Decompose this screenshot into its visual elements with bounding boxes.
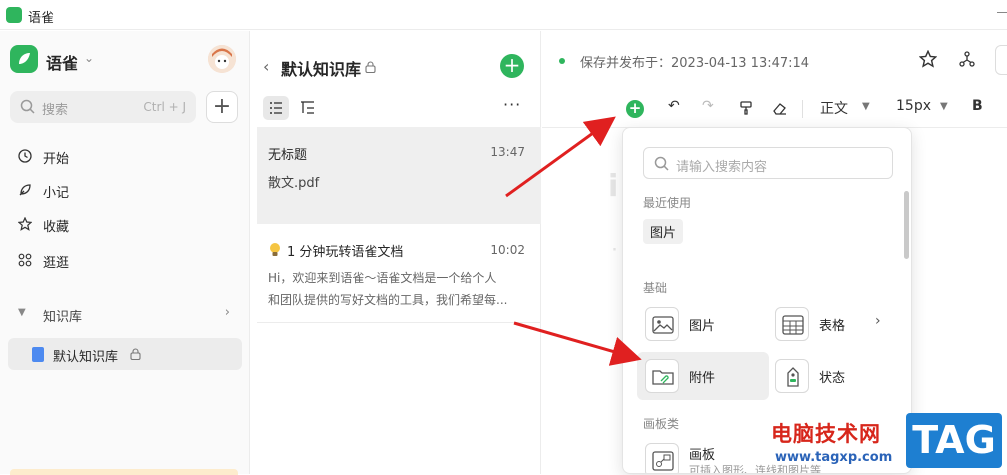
- annotation-arrow: [513, 321, 642, 366]
- annotation-arrow: [505, 116, 616, 198]
- watermark-tag: TAG: [906, 413, 1002, 468]
- watermark-url: www.tagxp.com: [775, 450, 893, 465]
- annotation-arrows: [505, 116, 642, 366]
- watermark-title: 电脑技术网: [771, 422, 881, 446]
